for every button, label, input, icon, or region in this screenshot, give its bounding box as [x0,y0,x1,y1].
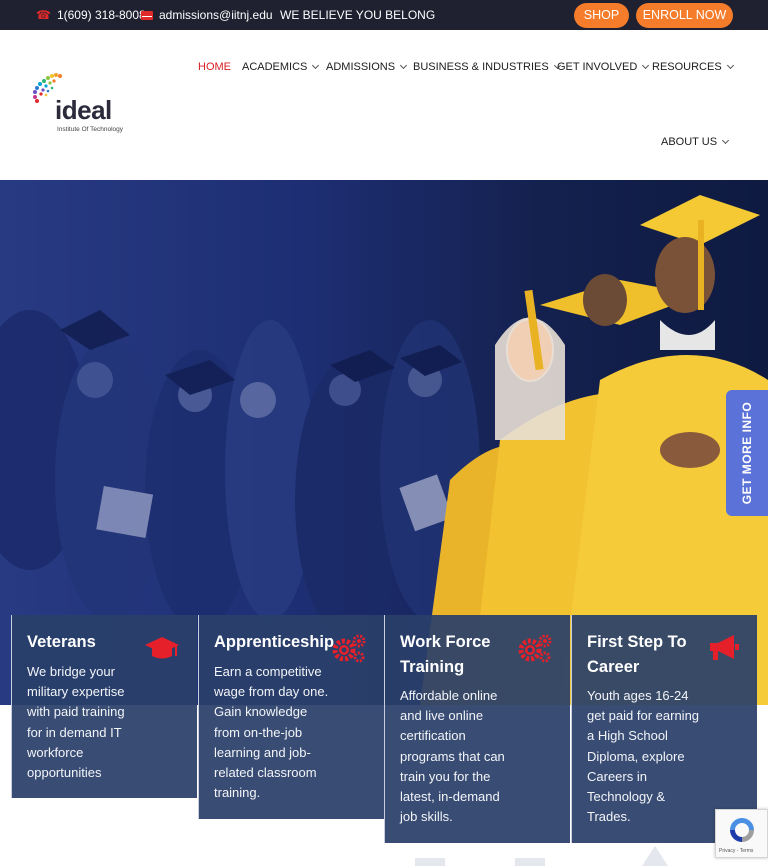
card-line: Affordable online [400,688,498,703]
card-line: job skills. [400,809,453,825]
phone-icon: ☎ [36,8,51,22]
top-bar: ☎ 1(609) 318-8008 admissions@iitnj.edu W… [0,0,768,30]
card-line: workforce [27,744,84,760]
chevron-down-icon [312,61,320,70]
card-body: Youth ages 16-24 get paid for earning a … [587,686,699,827]
card-veterans[interactable]: Veterans We bridge your military experti… [11,615,197,798]
card-line: Youth ages 16-24 [587,688,689,703]
nav-label: ACADEMICS [242,61,308,73]
slogan: WE BELIEVE YOU BELONG [280,8,436,22]
email-link[interactable]: admissions@iitnj.edu [141,8,273,22]
card-line: related classroom [214,765,317,781]
recaptcha-icon [730,818,754,842]
logo-wordmark: ideal [55,95,112,125]
card-line: and live online [400,708,484,724]
nav-get-involved[interactable]: GET INVOLVED [557,61,650,73]
card-line: Trades. [587,809,631,825]
email-address: admissions@iitnj.edu [159,8,273,22]
enroll-now-button[interactable]: ENROLL NOW [636,3,733,28]
recaptcha-badge[interactable]: Privacy - Terms [715,809,768,858]
card-line: from on-the-job [214,724,303,740]
card-apprenticeship[interactable]: Apprenticeship Earn a competitive wage f… [198,615,384,819]
card-line: wage from day one. [214,684,329,700]
phone-link[interactable]: ☎ 1(609) 318-8008 [36,8,146,22]
card-line: certification [400,728,466,744]
card-body: We bridge your military expertise with p… [27,662,125,783]
nav-home[interactable]: HOME [198,61,231,73]
decorative-shapes [415,846,668,866]
nav-label: RESOURCES [652,61,722,73]
nav-label: GET INVOLVED [557,61,638,73]
card-title-line: Work Force [400,633,491,651]
card-title-line: Training [400,658,465,676]
megaphone-icon [710,635,739,660]
nav-resources[interactable]: RESOURCES [652,61,734,73]
card-title-line: Career [587,658,640,676]
site-header: ideal Institute Of Technology HOME ACADE… [0,30,768,180]
graduation-cap-icon [145,637,179,659]
gears-icon [332,634,366,663]
card-line: training. [214,785,261,801]
nav-academics[interactable]: ACADEMICS [242,61,320,73]
card-line: Gain knowledge [214,704,308,720]
card-line: for in demand IT [27,724,122,740]
nav-admissions[interactable]: ADMISSIONS [326,61,408,73]
card-line: Careers in [587,768,647,784]
card-line: a High School [587,728,668,744]
card-line: get paid for earning [587,708,700,724]
nav-label: HOME [198,61,231,73]
nav-label: BUSINESS & INDUSTRIES [413,61,549,73]
nav-label: ADMISSIONS [326,61,396,73]
card-title: Work Force Training [400,630,490,680]
card-line: Earn a competitive [214,664,322,679]
card-line: opportunities [27,765,102,781]
shop-button[interactable]: SHOP [574,3,629,28]
card-line: with paid training [27,704,125,720]
phone-number: 1(609) 318-8008 [56,8,146,22]
card-body: Earn a competitive wage from day one. Ga… [214,662,328,803]
chevron-down-icon [726,61,734,70]
chevron-down-icon [400,61,408,70]
card-line: military expertise [27,684,125,700]
card-line: programs that can [400,748,505,764]
nav-label: ABOUT US [661,136,718,148]
recaptcha-text: Privacy - Terms [719,848,754,854]
chevron-down-icon [642,61,650,70]
card-title-line: First Step To [587,633,687,651]
envelope-icon [141,10,153,20]
card-title: First Step To Career [587,630,687,680]
site-logo[interactable]: ideal Institute Of Technology [30,73,130,137]
card-work-force-training[interactable]: Work Force Training Affordable online an… [384,615,570,843]
get-more-info-tab[interactable]: GET MORE INFO [726,390,768,516]
card-line: latest, in-demand [400,789,500,805]
card-line: learning and job- [214,744,311,760]
card-line: Diploma, explore [587,748,685,764]
gears-icon [518,634,552,663]
nav-business-industries[interactable]: BUSINESS & INDUSTRIES [413,61,561,73]
get-more-info-label: GET MORE INFO [740,401,754,505]
card-body: Affordable online and live online certif… [400,686,505,827]
logo-tagline: Institute Of Technology [57,126,124,133]
card-line: We bridge your [27,664,115,679]
chevron-down-icon [721,136,730,145]
card-title: Veterans [27,633,96,651]
card-line: Technology & [587,789,666,805]
nav-about-us[interactable]: ABOUT US [661,136,730,148]
card-line: train you for the [400,768,491,784]
card-title: Apprenticeship [214,633,335,651]
